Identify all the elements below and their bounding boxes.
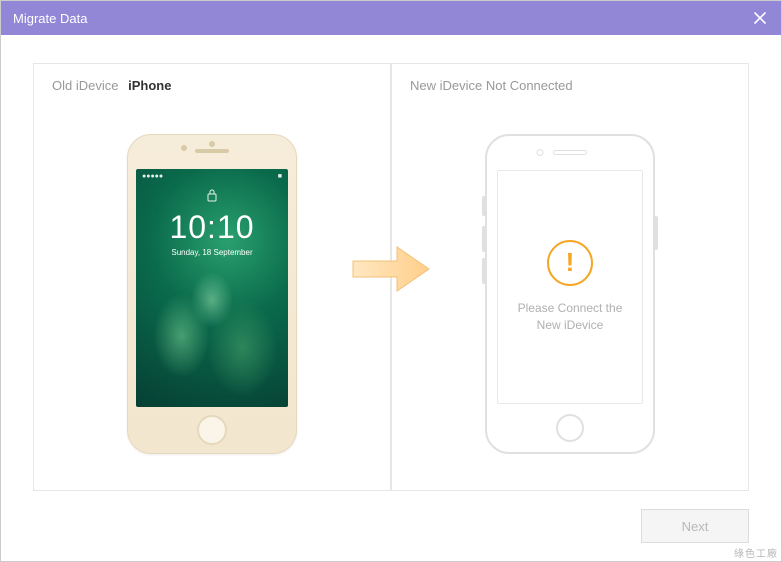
- side-button-icon: [482, 226, 486, 252]
- app-window: Migrate Data Old iDevice iPhone ●●●●●: [0, 0, 782, 562]
- signal-icon: ●●●●●: [142, 173, 163, 180]
- speaker-icon: [195, 149, 229, 153]
- side-button-icon: [482, 258, 486, 284]
- old-device-panel: Old iDevice iPhone ●●●●● ■: [33, 63, 391, 491]
- warning-glyph: !: [566, 247, 575, 278]
- next-button-label: Next: [682, 519, 709, 534]
- sensor-dot-icon: [209, 141, 215, 147]
- phone-outline-illustration: ! Please Connect the New iDevice: [485, 134, 655, 454]
- statusbar: ●●●●● ■: [136, 169, 288, 184]
- lock-icon: [206, 188, 218, 207]
- lockscreen-time: 10:10: [169, 209, 254, 246]
- close-icon[interactable]: [751, 9, 769, 27]
- new-device-header: New iDevice Not Connected: [392, 64, 748, 107]
- iphone-illustration: ●●●●● ■ 10:10 Sunday, 18 September: [127, 134, 297, 454]
- home-button-icon: [197, 415, 227, 445]
- connect-message-line: New iDevice: [518, 317, 623, 334]
- connect-message: Please Connect the New iDevice: [518, 300, 623, 334]
- side-button-icon: [654, 216, 658, 250]
- old-device-header: Old iDevice iPhone: [34, 64, 390, 107]
- warning-icon: !: [547, 240, 593, 286]
- new-device-screen: ! Please Connect the New iDevice: [497, 170, 643, 404]
- window-title: Migrate Data: [13, 11, 87, 26]
- home-button-outline-icon: [556, 414, 584, 442]
- camera-dot-icon: [181, 145, 187, 151]
- side-button-icon: [482, 196, 486, 216]
- speaker-outline-icon: [553, 150, 587, 155]
- lockscreen-date: Sunday, 18 September: [171, 248, 252, 257]
- camera-outline-icon: [537, 149, 544, 156]
- old-device-label: Old iDevice: [52, 78, 118, 93]
- next-button[interactable]: Next: [641, 509, 749, 543]
- old-device-name: iPhone: [128, 78, 171, 93]
- new-device-label: New iDevice Not Connected: [410, 78, 573, 93]
- new-device-panel: New iDevice Not Connected ! Pleas: [391, 63, 749, 491]
- battery-icon: ■: [278, 173, 282, 180]
- titlebar: Migrate Data: [1, 1, 781, 35]
- new-device-body: ! Please Connect the New iDevice: [392, 107, 748, 490]
- footer: Next: [1, 491, 781, 561]
- content-area: Old iDevice iPhone ●●●●● ■: [1, 35, 781, 491]
- lockscreen: ●●●●● ■ 10:10 Sunday, 18 September: [136, 169, 288, 407]
- connect-message-line: Please Connect the: [518, 300, 623, 317]
- old-device-body: ●●●●● ■ 10:10 Sunday, 18 September: [34, 107, 390, 490]
